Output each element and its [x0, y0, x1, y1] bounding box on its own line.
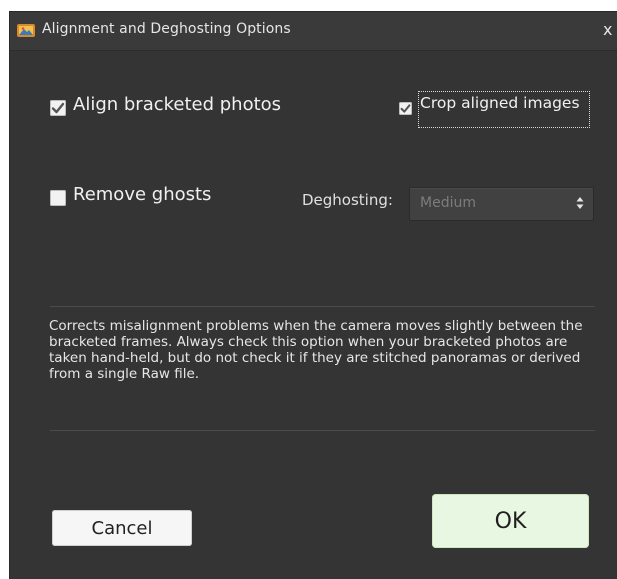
align-bracketed-label[interactable]: Align bracketed photos	[73, 94, 281, 115]
deghosting-select[interactable]: Medium	[409, 187, 594, 221]
checkmark-icon	[51, 102, 65, 114]
cancel-button[interactable]: Cancel	[52, 510, 192, 546]
checkmark-icon	[400, 104, 411, 113]
remove-ghosts-label[interactable]: Remove ghosts	[73, 184, 211, 205]
deghosting-label: Deghosting:	[302, 191, 393, 209]
remove-ghosts-checkbox[interactable]	[50, 190, 66, 206]
align-bracketed-checkbox[interactable]	[50, 100, 66, 116]
window-title: Alignment and Deghosting Options	[42, 21, 291, 37]
title-bar: Alignment and Deghosting Options x	[10, 12, 617, 51]
divider-top	[50, 306, 595, 307]
crop-aligned-label[interactable]: Crop aligned images	[420, 94, 580, 112]
updown-arrows-icon	[576, 197, 584, 209]
divider-bottom	[50, 430, 595, 431]
ok-button[interactable]: OK	[432, 494, 589, 548]
app-icon	[17, 24, 35, 37]
alignment-deghosting-dialog: Alignment and Deghosting Options x Align…	[10, 12, 617, 579]
deghosting-select-value: Medium	[420, 195, 476, 211]
close-icon[interactable]: x	[603, 20, 612, 39]
crop-aligned-checkbox[interactable]	[399, 102, 412, 115]
option-description: Corrects misalignment problems when the …	[49, 318, 583, 382]
